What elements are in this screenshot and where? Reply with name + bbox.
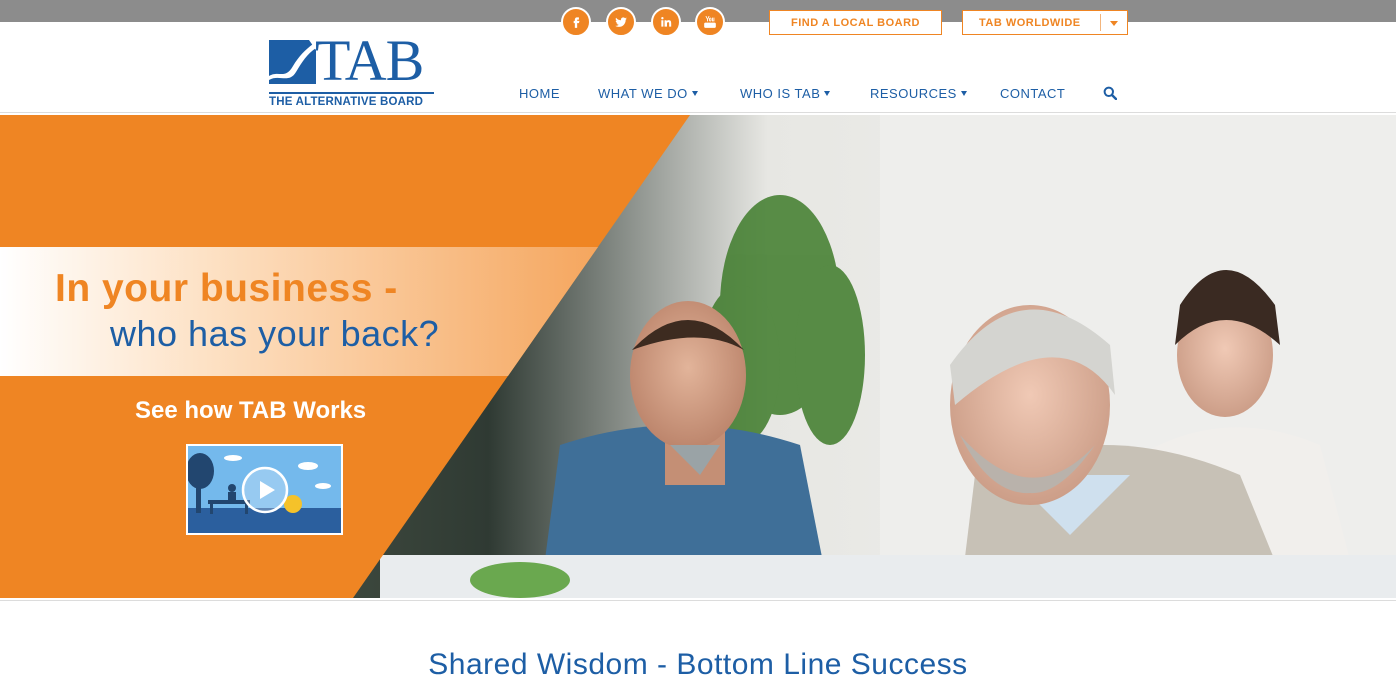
find-local-board-button[interactable]: FIND A LOCAL BOARD bbox=[769, 10, 942, 35]
search-icon[interactable] bbox=[1103, 86, 1117, 100]
nav-what-we-do-label: WHAT WE DO bbox=[598, 85, 688, 101]
tab-worldwide-dropdown[interactable]: TAB WORLDWIDE bbox=[962, 10, 1128, 35]
logo-mark-icon bbox=[269, 40, 316, 84]
linkedin-icon[interactable] bbox=[651, 7, 681, 37]
logo-wordmark: TAB bbox=[315, 28, 424, 93]
tab-logo[interactable]: TAB THE ALTERNATIVE BOARD bbox=[269, 30, 434, 110]
tagline-heading: Shared Wisdom - Bottom Line Success bbox=[428, 648, 968, 681]
youtube-icon[interactable] bbox=[695, 7, 725, 37]
nav-contact-label: CONTACT bbox=[1000, 85, 1066, 101]
nav-who-is-tab-label: WHO IS TAB bbox=[740, 85, 821, 101]
nav-resources[interactable]: RESOURCES bbox=[870, 85, 967, 101]
nav-home[interactable]: HOME bbox=[519, 85, 560, 101]
chevron-down-icon[interactable] bbox=[1110, 21, 1118, 26]
nav-resources-label: RESOURCES bbox=[870, 85, 957, 101]
facebook-icon[interactable] bbox=[561, 7, 591, 37]
hero-headline-line1: In your business - bbox=[55, 267, 398, 310]
hero-banner: In your business - who has your back? Se… bbox=[0, 115, 1396, 598]
hero-divider bbox=[0, 600, 1396, 601]
play-icon[interactable] bbox=[241, 466, 289, 514]
caret-down-icon bbox=[960, 90, 967, 96]
caret-down-icon bbox=[824, 90, 831, 96]
nav-what-we-do[interactable]: WHAT WE DO bbox=[598, 85, 698, 101]
find-local-board-label: FIND A LOCAL BOARD bbox=[791, 16, 920, 29]
tab-worldwide-label: TAB WORLDWIDE bbox=[979, 16, 1081, 29]
nav-divider bbox=[0, 112, 1396, 113]
see-how-tab-works-heading: See how TAB Works bbox=[135, 397, 367, 424]
nav-contact[interactable]: CONTACT bbox=[1000, 85, 1065, 101]
nav-who-is-tab[interactable]: WHO IS TAB bbox=[740, 85, 831, 101]
video-thumbnail[interactable] bbox=[186, 444, 343, 535]
nav-home-label: HOME bbox=[519, 85, 560, 101]
logo-subtitle: THE ALTERNATIVE BOARD bbox=[269, 92, 434, 108]
dropdown-divider bbox=[1100, 14, 1101, 31]
hero-headline-line2: who has your back? bbox=[110, 313, 440, 354]
caret-down-icon bbox=[691, 90, 698, 96]
twitter-icon[interactable] bbox=[606, 7, 636, 37]
